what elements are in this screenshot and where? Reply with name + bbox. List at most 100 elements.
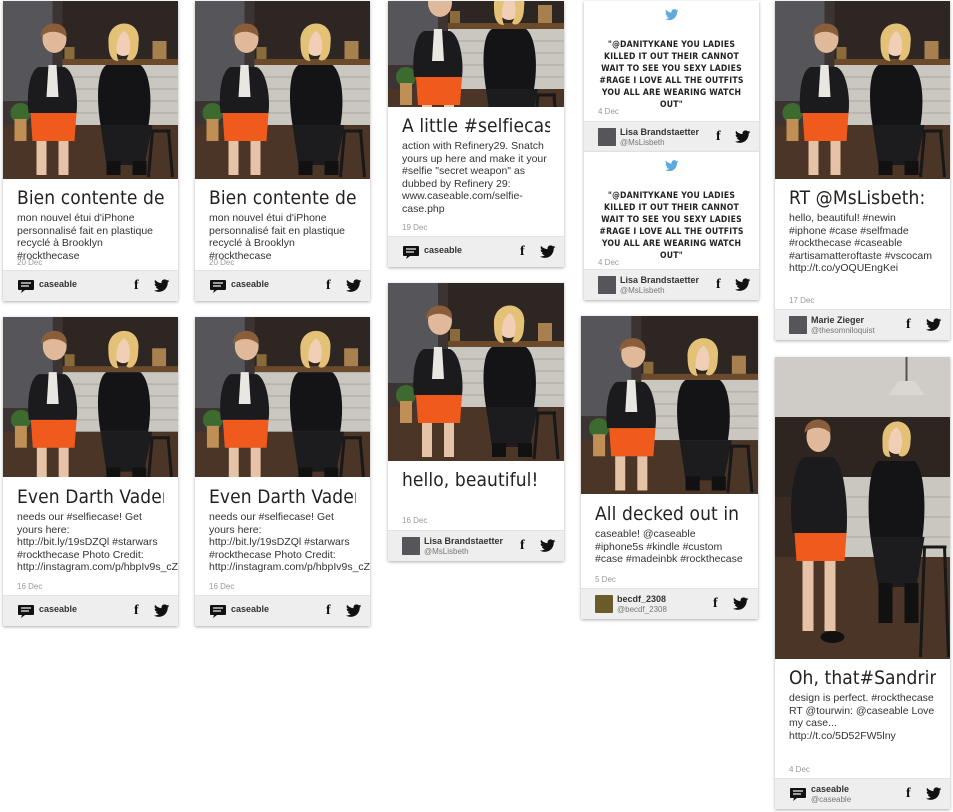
facebook-icon[interactable]: f	[713, 597, 721, 611]
post-footer: caseable f	[388, 236, 564, 267]
facebook-icon[interactable]: f	[716, 278, 724, 292]
post-title: All decked out in	[595, 503, 740, 525]
author-name[interactable]: Lisa Brandstaetter	[620, 275, 699, 285]
speech-bubble-icon	[789, 787, 807, 802]
twitter-icon[interactable]	[346, 604, 362, 618]
post-footer: becdf_2308 @becdf_2308 f	[581, 588, 758, 619]
author-handle[interactable]: @becdf_2308	[617, 605, 667, 614]
speech-bubble-icon	[17, 604, 35, 619]
tweet-card[interactable]: "@DANITYKANE YOU LADIES KILLED IT OUT TH…	[584, 152, 759, 300]
post-card[interactable]: Bien contente de mon nouvel étui d'iPhon…	[3, 1, 178, 301]
twitter-icon[interactable]	[540, 539, 556, 553]
facebook-icon[interactable]: f	[906, 787, 914, 801]
post-photo[interactable]	[581, 316, 758, 494]
twitter-icon[interactable]	[540, 245, 556, 259]
post-date: 4 Dec	[598, 107, 619, 116]
post-card[interactable]: Oh, that#Sandrine design is perfect. #ro…	[775, 357, 950, 809]
post-footer: Lisa Brandstaetter @MsLisbeth f	[584, 121, 759, 152]
author-handle[interactable]: @MsLisbeth	[620, 286, 665, 295]
post-title: hello, beautiful!	[402, 469, 539, 491]
post-card[interactable]: Bien contente de mon nouvel étui d'iPhon…	[195, 1, 370, 301]
post-date: 20 Dec	[17, 258, 43, 267]
author-name[interactable]: becdf_2308	[617, 594, 666, 604]
facebook-icon[interactable]: f	[716, 130, 724, 144]
author-handle[interactable]: @thesomniloquist	[811, 326, 875, 335]
author-name[interactable]: Marie Zieger	[811, 315, 864, 325]
post-date: 17 Dec	[789, 296, 815, 305]
facebook-icon[interactable]: f	[520, 245, 528, 259]
author-name[interactable]: caseable	[231, 604, 269, 614]
twitter-icon[interactable]	[346, 279, 362, 293]
facebook-icon[interactable]: f	[326, 279, 334, 293]
author-name[interactable]: caseable	[811, 784, 849, 794]
post-photo[interactable]	[3, 317, 178, 477]
tweet-card[interactable]: "@DANITYKANE YOU LADIES KILLED IT OUT TH…	[584, 1, 759, 152]
tweet-quote: "@DANITYKANE YOU LADIES KILLED IT OUT TH…	[599, 191, 744, 261]
facebook-icon[interactable]: f	[134, 604, 142, 618]
post-card[interactable]: Even Darth Vader needs our #selfiecase! …	[3, 317, 178, 626]
post-date: 16 Dec	[17, 582, 43, 591]
author-name[interactable]: Lisa Brandstaetter	[424, 536, 503, 546]
twitter-icon[interactable]	[733, 597, 749, 611]
twitter-bird-icon	[665, 160, 679, 172]
post-photo[interactable]	[388, 1, 564, 107]
post-title: Bien contente de	[209, 187, 356, 209]
speech-bubble-icon	[209, 604, 227, 619]
post-photo[interactable]	[775, 357, 950, 659]
post-footer: caseable @caseable f	[775, 778, 950, 809]
post-text: needs our #selfiecase! Get yours here: h…	[17, 511, 178, 574]
post-photo[interactable]	[195, 1, 370, 179]
author-name[interactable]: caseable	[424, 245, 462, 255]
post-card[interactable]: hello, beautiful! 16 Dec Lisa Brandstaet…	[388, 283, 564, 561]
avatar[interactable]	[402, 537, 420, 555]
post-photo[interactable]	[388, 283, 564, 461]
post-title: Bien contente de	[17, 187, 164, 209]
post-title: A little #selfiecase	[402, 115, 550, 137]
post-footer: caseable f	[195, 595, 370, 626]
twitter-icon[interactable]	[154, 604, 170, 618]
twitter-icon[interactable]	[926, 318, 942, 332]
post-card[interactable]: All decked out in caseable! @caseable #i…	[581, 316, 758, 619]
speech-bubble-icon	[402, 245, 420, 260]
facebook-icon[interactable]: f	[134, 279, 142, 293]
avatar[interactable]	[598, 128, 616, 146]
post-card[interactable]: Even Darth Vader needs our #selfiecase! …	[195, 317, 370, 626]
author-name[interactable]: caseable	[39, 279, 77, 289]
post-title: Even Darth Vader	[17, 486, 164, 508]
post-photo[interactable]	[3, 1, 178, 179]
post-date: 20 Dec	[209, 258, 235, 267]
post-footer: caseable f	[195, 270, 370, 301]
twitter-icon[interactable]	[735, 130, 751, 144]
facebook-icon[interactable]: f	[520, 539, 528, 553]
avatar[interactable]	[789, 316, 807, 334]
post-card[interactable]: RT @MsLisbeth: hello, beautiful! #newin …	[775, 1, 950, 340]
post-card[interactable]: A little #selfiecase action with Refiner…	[388, 1, 564, 267]
post-text: action with Refinery29. Snatch yours up …	[402, 140, 547, 215]
post-photo[interactable]	[775, 1, 950, 179]
post-date: 16 Dec	[402, 516, 428, 525]
post-footer: Lisa Brandstaetter @MsLisbeth f	[388, 530, 564, 561]
twitter-icon[interactable]	[926, 787, 942, 801]
post-date: 16 Dec	[209, 582, 235, 591]
author-handle[interactable]: @MsLisbeth	[620, 138, 665, 147]
facebook-icon[interactable]: f	[906, 318, 914, 332]
post-title: Oh, that#Sandrine	[789, 667, 936, 689]
avatar[interactable]	[598, 276, 616, 294]
author-name[interactable]: caseable	[231, 279, 269, 289]
post-text: mon nouvel étui d'iPhone personnalisé fa…	[209, 212, 346, 262]
post-photo[interactable]	[195, 317, 370, 477]
author-handle[interactable]: @caseable	[811, 795, 851, 804]
post-text: needs our #selfiecase! Get yours here: h…	[209, 511, 370, 574]
post-title: RT @MsLisbeth:	[789, 187, 926, 209]
speech-bubble-icon	[209, 279, 227, 294]
post-text: hello, beautiful! #newin #iphone #case #…	[789, 212, 932, 275]
post-footer: Marie Zieger @thesomniloquist f	[775, 309, 950, 340]
avatar[interactable]	[595, 595, 613, 613]
twitter-icon[interactable]	[735, 278, 751, 292]
author-name[interactable]: caseable	[39, 604, 77, 614]
author-handle[interactable]: @MsLisbeth	[424, 547, 469, 556]
post-date: 5 Dec	[595, 575, 616, 584]
facebook-icon[interactable]: f	[326, 604, 334, 618]
author-name[interactable]: Lisa Brandstaetter	[620, 127, 699, 137]
twitter-icon[interactable]	[154, 279, 170, 293]
